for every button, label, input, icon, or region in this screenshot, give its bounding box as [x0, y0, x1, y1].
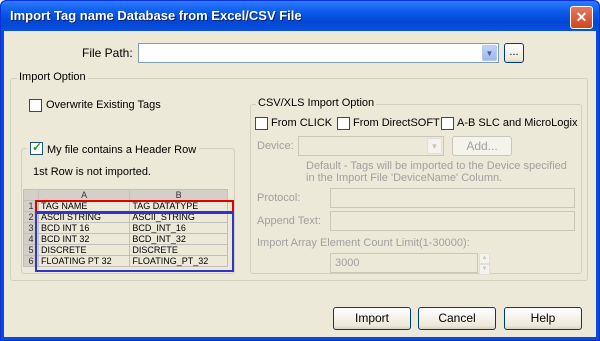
header-row-checkbox[interactable]: ✓	[30, 140, 43, 155]
from-directsoft-label: From DirectSOFT	[353, 117, 440, 129]
close-button[interactable]: ✕	[570, 6, 593, 29]
protocol-field[interactable]	[330, 188, 575, 208]
file-path-combo[interactable]: ▼	[138, 43, 499, 63]
default-note-line2: in the Import File 'DeviceName' Column.	[306, 172, 503, 184]
window-title: Import Tag name Database from Excel/CSV …	[10, 8, 302, 23]
cancel-button[interactable]: Cancel	[418, 307, 496, 330]
dialog-body: File Path: ▼ ... Import Option Overwrite…	[4, 31, 596, 337]
header-row-note: 1st Row is not imported.	[33, 166, 151, 178]
append-text-label: Append Text:	[257, 215, 322, 227]
limit-spinner[interactable]: ▲ ▼	[479, 253, 490, 275]
add-device-button[interactable]: Add...	[452, 136, 512, 156]
default-note-line1: Default - Tags will be imported to the D…	[306, 160, 567, 172]
limit-field[interactable]: 3000	[330, 253, 478, 273]
chevron-down-icon[interactable]: ▼	[427, 138, 442, 154]
from-click-checkbox[interactable]	[255, 117, 268, 130]
device-combo[interactable]: ▼	[298, 136, 444, 156]
browse-button[interactable]: ...	[504, 43, 524, 63]
import-option-legend: Import Option	[17, 71, 88, 83]
header-row-label: My file contains a Header Row	[47, 144, 197, 156]
device-label: Device:	[257, 140, 294, 152]
limit-label: Import Array Element Count Limit(1-30000…	[257, 237, 470, 249]
corner-cell	[23, 189, 39, 201]
close-icon: ✕	[575, 9, 588, 25]
ab-slc-checkbox[interactable]	[441, 117, 454, 130]
protocol-label: Protocol:	[257, 192, 301, 204]
overwrite-label: Overwrite Existing Tags	[46, 99, 161, 111]
help-button[interactable]: Help	[504, 307, 582, 330]
chevron-down-icon[interactable]: ▼	[482, 45, 497, 61]
csv-option-legend: CSV/XLS Import Option	[256, 97, 377, 109]
spin-up-icon[interactable]: ▲	[479, 253, 490, 264]
data-rows-highlight	[35, 212, 234, 272]
column-header-b: B	[129, 189, 228, 201]
ab-slc-label: A-B SLC and MicroLogix	[457, 117, 578, 129]
dialog-window: Import Tag name Database from Excel/CSV …	[0, 0, 600, 341]
header-row-legend: ✓ My file contains a Header Row	[27, 140, 200, 156]
spin-down-icon[interactable]: ▼	[479, 264, 490, 275]
append-text-field[interactable]	[330, 211, 575, 231]
limit-value: 3000	[335, 257, 360, 269]
checkmark-icon: ✓	[32, 140, 43, 154]
title-bar[interactable]: Import Tag name Database from Excel/CSV …	[1, 1, 599, 31]
overwrite-checkbox[interactable]	[29, 99, 42, 112]
file-path-label: File Path:	[82, 46, 133, 60]
from-directsoft-checkbox[interactable]	[337, 117, 350, 130]
from-click-label: From CLICK	[271, 117, 333, 129]
import-button[interactable]: Import	[333, 307, 411, 330]
column-header-a: A	[37, 189, 131, 201]
